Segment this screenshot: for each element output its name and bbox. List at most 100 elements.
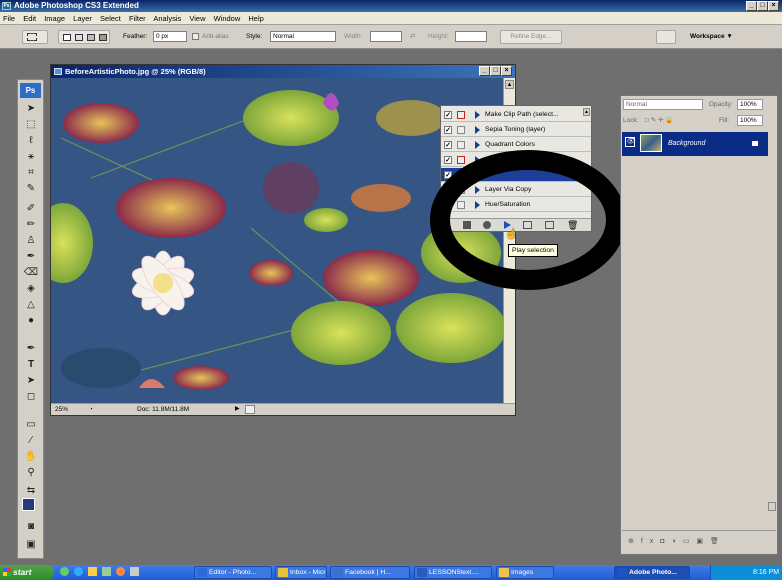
- swap-icon[interactable]: ⇄: [410, 31, 415, 42]
- clone-stamp-tool-icon[interactable]: ♙: [23, 234, 39, 247]
- height-input[interactable]: [455, 31, 487, 42]
- lasso-tool-icon[interactable]: ℓ: [23, 134, 39, 147]
- lock-icons[interactable]: □ ✎ ✛ 🔒: [645, 115, 673, 126]
- fill-label: Fill:: [719, 117, 730, 124]
- subtract-selection-icon[interactable]: [87, 34, 95, 41]
- menu-select[interactable]: Select: [100, 14, 121, 23]
- foreground-color-swatch[interactable]: [22, 498, 35, 511]
- expand-triangle-icon[interactable]: [475, 126, 480, 134]
- eye-icon[interactable]: 👁: [625, 137, 635, 147]
- menu-view[interactable]: View: [189, 14, 205, 23]
- crop-tool-icon[interactable]: ⌗: [23, 166, 39, 179]
- intersect-selection-icon[interactable]: [99, 34, 107, 41]
- add-selection-icon[interactable]: [75, 34, 83, 41]
- new-selection-icon[interactable]: [63, 34, 71, 41]
- taskbar-button[interactable]: Adobe Photo...: [614, 566, 690, 579]
- tool-preset-picker[interactable]: [22, 30, 48, 44]
- menu-file[interactable]: File: [3, 14, 15, 23]
- document-title: BeforeArtisticPhoto.jpg @ 25% (RGB/8): [65, 67, 206, 76]
- zoom-tool-icon[interactable]: ⚲: [23, 466, 39, 479]
- quick-launch-icon[interactable]: [60, 567, 69, 576]
- taskbar-button[interactable]: LESSON5text....: [414, 566, 492, 579]
- taskbar-button[interactable]: Inbox - Micros...: [275, 566, 327, 579]
- status-menu-arrow-icon[interactable]: ▶: [235, 404, 240, 415]
- scroll-up-icon[interactable]: ▲: [505, 80, 514, 89]
- opacity-input[interactable]: 100%: [737, 99, 763, 110]
- actions-scroll-up-icon[interactable]: ▲: [583, 108, 590, 116]
- marquee-tool-icon[interactable]: ⬚: [23, 118, 39, 131]
- type-tool-icon[interactable]: T: [23, 358, 39, 371]
- menu-filter[interactable]: Filter: [129, 14, 146, 23]
- expand-triangle-icon[interactable]: [475, 111, 480, 119]
- screen-mode-icon[interactable]: ▣: [23, 538, 39, 551]
- selection-mode-buttons[interactable]: [58, 30, 110, 44]
- refine-edge-button[interactable]: Refine Edge...: [500, 30, 562, 44]
- paint-bucket-tool-icon[interactable]: ◈: [23, 282, 39, 295]
- notes-tool-icon[interactable]: ▭: [23, 418, 39, 431]
- blur-tool-icon[interactable]: △: [23, 298, 39, 311]
- maximize-button[interactable]: □: [757, 1, 768, 11]
- taskbar-button[interactable]: Images: [496, 566, 554, 579]
- action-row[interactable]: ✓ Make Clip Path (select...: [441, 108, 591, 122]
- history-brush-tool-icon[interactable]: ✒: [23, 250, 39, 263]
- brush-tool-icon[interactable]: ✏: [23, 218, 39, 231]
- menu-image[interactable]: Image: [44, 14, 65, 23]
- taskbar-button[interactable]: Editor - Photo...: [194, 566, 272, 579]
- folder-icon[interactable]: [88, 567, 97, 576]
- hand-tool-icon[interactable]: ✋: [23, 450, 39, 463]
- doc-maximize-button[interactable]: □: [490, 66, 501, 76]
- close-button[interactable]: ×: [768, 1, 779, 11]
- layers-scrollbar[interactable]: [768, 502, 776, 511]
- fill-input[interactable]: 100%: [737, 115, 763, 126]
- zoom-level[interactable]: 25%: [55, 404, 68, 415]
- dialog-toggle-icon[interactable]: [457, 126, 465, 134]
- doc-minimize-button[interactable]: _: [479, 66, 490, 76]
- width-input[interactable]: [370, 31, 402, 42]
- layer-row-background[interactable]: 👁 Background: [622, 132, 768, 156]
- toolbox: Ps ➤ ⬚ ℓ ⚹ ⌗ ✎ ✐ ✏ ♙ ✒ ⌫ ◈ △ ● ✒ T ➤ ◻ ▭…: [17, 79, 44, 559]
- taskbar-app-icon: [417, 568, 427, 577]
- quick-mask-icon[interactable]: ◙: [23, 520, 39, 533]
- layer-name[interactable]: Background: [668, 132, 705, 156]
- eraser-tool-icon[interactable]: ⌫: [23, 266, 39, 279]
- style-select[interactable]: Normal: [270, 31, 336, 42]
- app-icon[interactable]: [102, 567, 111, 576]
- healing-brush-tool-icon[interactable]: ✐: [23, 202, 39, 215]
- magic-wand-tool-icon[interactable]: ⚹: [23, 150, 39, 163]
- bridge-icon[interactable]: [656, 30, 676, 44]
- slice-tool-icon[interactable]: ✎: [23, 182, 39, 195]
- shape-tool-icon[interactable]: ◻: [23, 390, 39, 403]
- desktop-icon[interactable]: [130, 567, 139, 576]
- action-enabled-checkbox[interactable]: ✓: [444, 126, 452, 134]
- zoom-info-icon[interactable]: ◔: [89, 404, 93, 415]
- menu-edit[interactable]: Edit: [23, 14, 36, 23]
- eyedropper-tool-icon[interactable]: ⁄: [23, 434, 39, 447]
- dodge-tool-icon[interactable]: ●: [23, 314, 39, 327]
- dialog-toggle-icon[interactable]: [457, 111, 465, 119]
- move-tool-icon[interactable]: ➤: [23, 102, 39, 115]
- path-selection-tool-icon[interactable]: ➤: [23, 374, 39, 387]
- menu-analysis[interactable]: Analysis: [153, 14, 181, 23]
- blend-mode-select[interactable]: Normal: [623, 99, 703, 110]
- ie-icon[interactable]: [74, 567, 83, 576]
- menu-layer[interactable]: Layer: [73, 14, 92, 23]
- workspace-menu[interactable]: Workspace ▼: [690, 31, 733, 42]
- layers-toolbar[interactable]: ⊕fx◘◑▭▣🗑: [622, 530, 776, 552]
- action-enabled-checkbox[interactable]: ✓: [444, 111, 452, 119]
- default-colors-icon[interactable]: ⇆: [23, 484, 39, 497]
- start-button[interactable]: start: [0, 565, 54, 580]
- menu-window[interactable]: Window: [214, 14, 241, 23]
- horizontal-scrollbar[interactable]: [245, 405, 255, 414]
- doc-close-button[interactable]: ×: [501, 66, 512, 76]
- firefox-icon[interactable]: [116, 567, 125, 576]
- minimize-button[interactable]: _: [746, 1, 757, 11]
- taskbar-button[interactable]: Facebook | H...: [330, 566, 410, 579]
- app-title-bar: Ps Adobe Photoshop CS3 Extended _ □ ×: [0, 0, 782, 12]
- clock[interactable]: 8:16 PM: [753, 569, 779, 576]
- pen-tool-icon[interactable]: ✒: [23, 342, 39, 355]
- anti-alias-checkbox[interactable]: [192, 33, 199, 40]
- action-row[interactable]: ✓ Sepia Toning (layer): [441, 123, 591, 137]
- menu-help[interactable]: Help: [248, 14, 263, 23]
- feather-input[interactable]: 0 px: [153, 31, 187, 42]
- document-title-bar[interactable]: BeforeArtisticPhoto.jpg @ 25% (RGB/8) _ …: [51, 65, 515, 78]
